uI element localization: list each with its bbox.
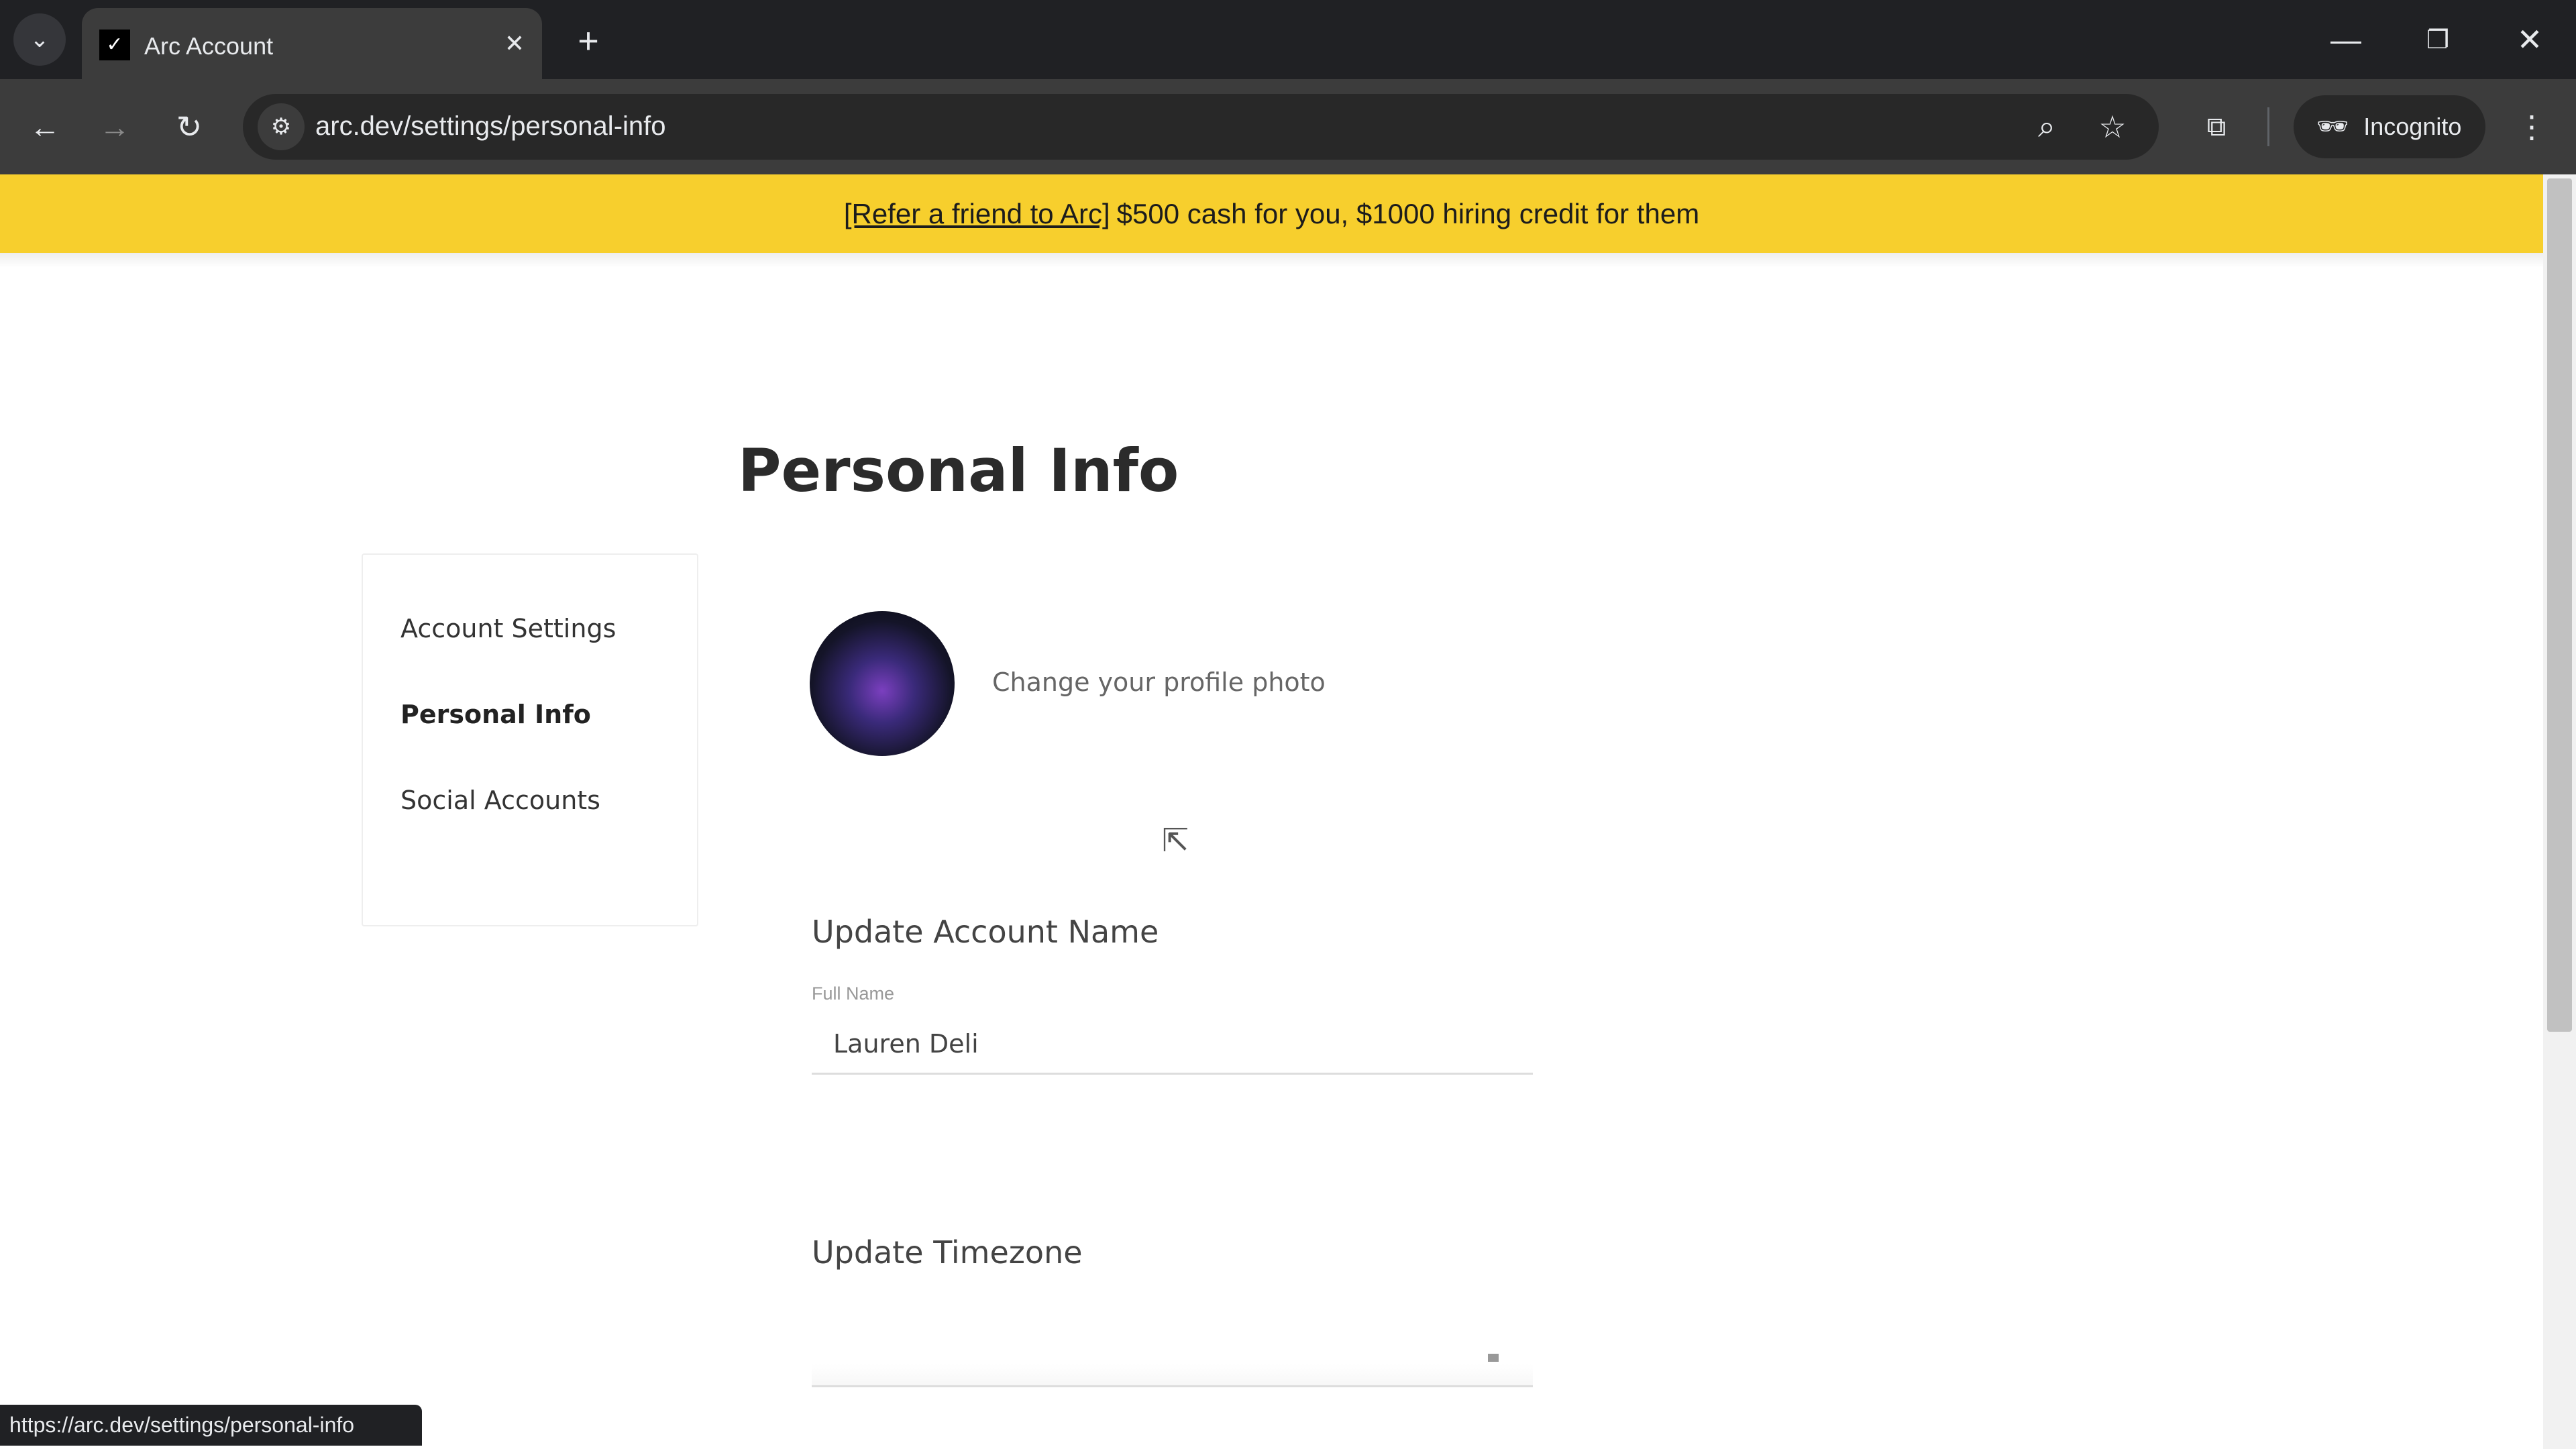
page-title: Personal Info: [738, 436, 1179, 505]
sidebar-item-account-settings[interactable]: Account Settings: [400, 614, 616, 643]
menu-icon[interactable]: ⋮: [2514, 109, 2550, 145]
mouse-cursor-icon: ⇱: [1162, 823, 1189, 859]
change-photo-link[interactable]: Change your profile photo: [992, 667, 1326, 697]
timezone-select[interactable]: [812, 1315, 1533, 1387]
window-close-icon[interactable]: ✕: [2512, 21, 2548, 58]
banner-shadow: [0, 253, 2543, 268]
reload-icon[interactable]: ↻: [171, 109, 207, 145]
sidebar-item-personal-info[interactable]: Personal Info: [400, 700, 591, 729]
timezone-heading: Update Timezone: [812, 1234, 1083, 1271]
settings-sidebar: Account Settings Personal Info Social Ac…: [362, 553, 698, 926]
incognito-icon: 🕶: [2316, 113, 2349, 141]
incognito-button[interactable]: 🕶 Incognito: [2294, 95, 2485, 158]
incognito-label: Incognito: [2363, 113, 2462, 140]
dropdown-arrow-icon: [1488, 1354, 1499, 1362]
referral-banner: [Refer a friend to Arc] $500 cash for you…: [0, 174, 2543, 253]
new-tab-icon[interactable]: +: [570, 21, 606, 61]
chevron-down-icon: ⌄: [30, 27, 50, 52]
address-bar[interactable]: ⚙ arc.dev/settings/personal-info ⌕ ☆: [243, 94, 2159, 160]
url-text[interactable]: arc.dev/settings/personal-info: [315, 111, 666, 142]
site-info-icon[interactable]: ⚙: [258, 103, 305, 150]
full-name-label: Full Name: [812, 983, 895, 1004]
back-icon[interactable]: ←: [27, 109, 63, 145]
tab-close-icon[interactable]: ✕: [498, 27, 531, 60]
tab-search-dropdown[interactable]: ⌄: [13, 13, 66, 66]
tab-arc-account[interactable]: ✓ Arc Account ✕: [82, 8, 542, 79]
banner-text: $500 cash for you, $1000 hiring credit f…: [1116, 197, 1700, 229]
zoom-icon[interactable]: ⌕: [2029, 109, 2065, 145]
status-bar-url: https://arc.dev/settings/personal-info: [0, 1405, 422, 1446]
bookmark-star-icon[interactable]: ☆: [2094, 109, 2131, 145]
arc-favicon-icon: ✓: [99, 30, 130, 60]
forward-icon[interactable]: →: [97, 109, 133, 145]
full-name-value: Lauren Deli: [833, 1029, 979, 1059]
tab-title: Arc Account: [144, 32, 274, 60]
profile-avatar[interactable]: [810, 611, 955, 756]
extensions-icon[interactable]: ⧉: [2198, 109, 2235, 145]
minimize-icon[interactable]: —: [2328, 21, 2364, 58]
divider: [2267, 107, 2269, 146]
account-name-heading: Update Account Name: [812, 914, 1159, 950]
scrollbar[interactable]: [2543, 174, 2576, 1449]
restore-icon[interactable]: ❐: [2420, 21, 2456, 58]
refer-friend-link[interactable]: [Refer a friend to Arc]: [844, 198, 1110, 230]
sidebar-item-social-accounts[interactable]: Social Accounts: [400, 786, 600, 815]
scrollbar-thumb[interactable]: [2547, 178, 2572, 1032]
full-name-input[interactable]: Lauren Deli: [812, 1013, 1533, 1075]
